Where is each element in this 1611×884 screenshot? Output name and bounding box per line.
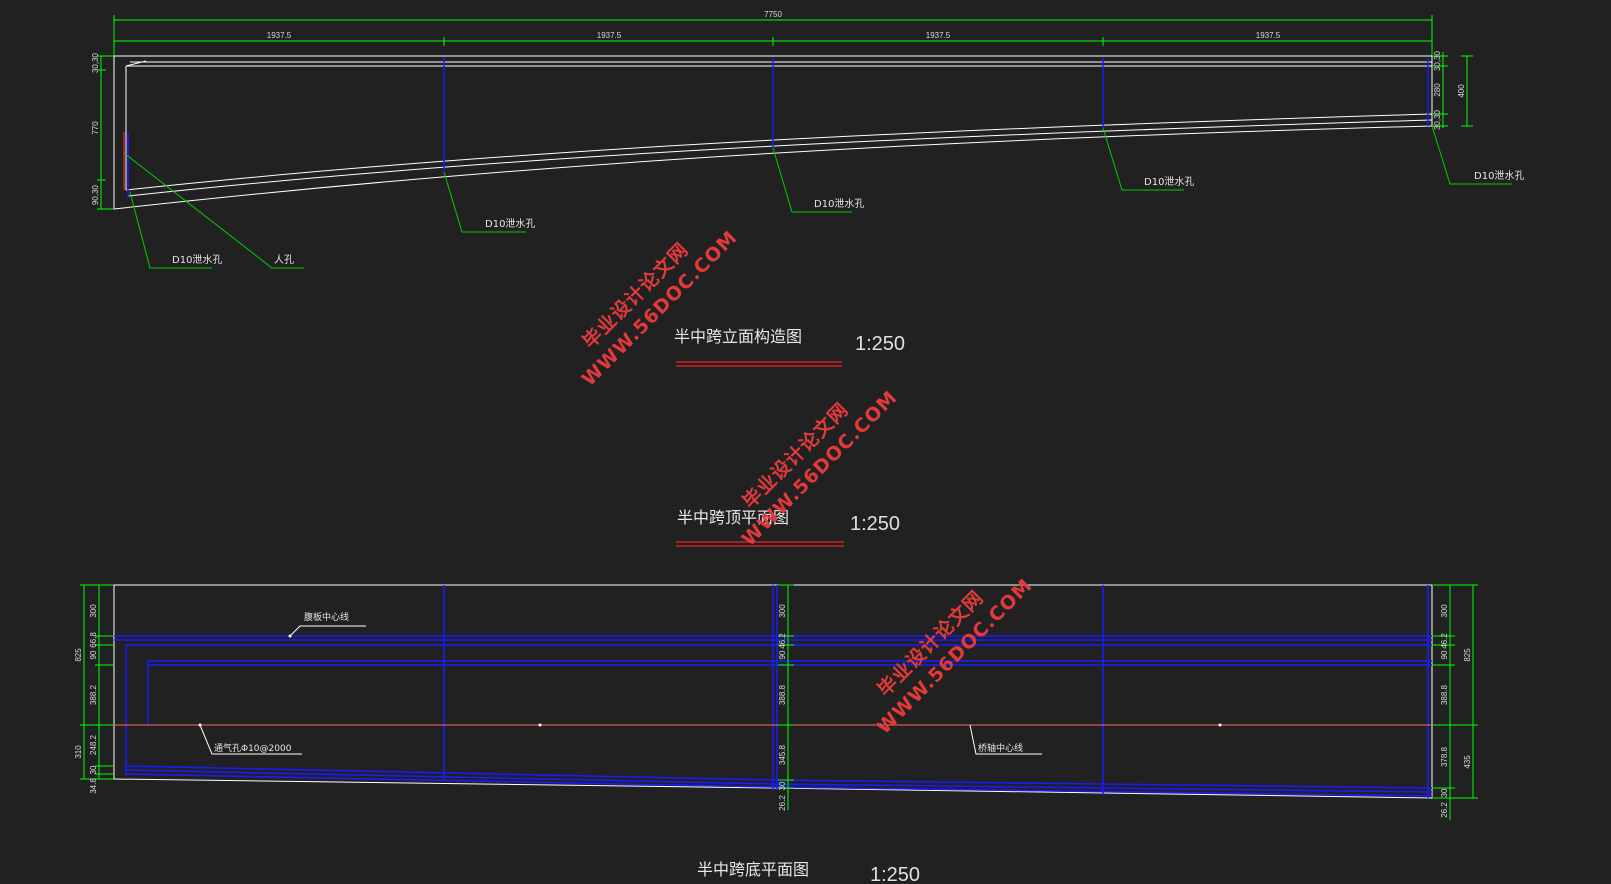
label-bridge-axis: 桥轴中心线 (978, 742, 1023, 754)
dim-plan-right-300: 300 (1440, 604, 1449, 618)
dim-plan-left-388: 388.2 (89, 684, 98, 705)
label-drain-3: D10泄水孔 (814, 197, 864, 210)
dim-segment-3: 1937.5 (926, 31, 951, 40)
drawing-canvas: 7750 1937.5 1937.5 1937.5 1937.5 30,30 7… (74, 10, 1524, 884)
dim-elev-left-mid: 770 (91, 121, 100, 135)
dim-plan-mid-46: 46.2 (778, 633, 787, 649)
dim-plan-right-825: 825 (1463, 648, 1472, 662)
watermark-3: 毕业设计论文网 WWW.56DOC.COM (873, 574, 1037, 738)
dim-plan-right-388: 388.8 (1440, 684, 1449, 705)
dim-elev-left-bottom: 90,30 (91, 184, 100, 205)
elevation-view: 7750 1937.5 1937.5 1937.5 1937.5 30,30 7… (91, 10, 1524, 269)
dim-plan-mid-388: 388.8 (778, 684, 787, 705)
title-elevation: 半中跨立面构造图 1:250 (674, 327, 905, 367)
dim-segments (114, 37, 1432, 46)
label-drain-4: D10泄水孔 (1144, 175, 1194, 188)
watermark-3-en: WWW.56DOC.COM (873, 574, 1037, 738)
dim-plan-mid-300: 300 (778, 604, 787, 618)
dim-plan-mid-26: 26.2 (778, 795, 787, 811)
dim-elev-right-mid: 280 (1433, 83, 1442, 97)
dim-plan-right-90: 90 (1440, 650, 1449, 659)
dim-total-label: 7750 (764, 10, 782, 19)
dim-elev-right-total: 400 (1457, 84, 1466, 98)
title-bottom-plan: 半中跨底平面图 1:250 (697, 860, 920, 884)
dim-segment-2: 1937.5 (597, 31, 622, 40)
label-drain-1: D10泄水孔 (172, 253, 222, 266)
dim-elev-left-top: 30,30 (91, 52, 100, 73)
scale-elevation: 1:250 (855, 333, 905, 355)
elevation-leaders (123, 125, 1512, 269)
title-elevation-text: 半中跨立面构造图 (674, 327, 802, 346)
dim-plan-left-90: 90 (89, 650, 98, 659)
dim-plan-left-825: 825 (74, 648, 83, 662)
axis-dots (198, 634, 1222, 727)
label-drain-5: D10泄水孔 (1474, 169, 1524, 182)
dim-plan-left-310: 310 (74, 745, 83, 759)
dim-plan-right (1432, 584, 1478, 820)
dim-plan-mid-345: 345.8 (778, 744, 787, 765)
bottom-plan-view: 300 66,8 90 825 388.2 310 248.2 30 34.8 … (74, 584, 1478, 820)
label-vent-hole: 通气孔Φ10@2000 (214, 742, 292, 754)
dim-plan-left-300: 300 (89, 604, 98, 618)
dim-plan-left-34: 34.8 (89, 778, 98, 794)
label-manhole: 人孔 (274, 254, 294, 266)
scale-top-plan: 1:250 (850, 513, 900, 535)
dim-plan-right-435: 435 (1463, 755, 1472, 769)
scale-bottom-plan: 1:250 (870, 864, 920, 884)
label-curb-line: 腹板中心线 (304, 611, 349, 623)
dim-plan-left-66: 66,8 (89, 632, 98, 648)
dim-plan-left-30: 30 (89, 765, 98, 774)
label-drain-2: D10泄水孔 (485, 217, 535, 230)
dim-plan-mid-30: 30 (778, 781, 787, 790)
dim-plan-right-46: 46.2 (1440, 633, 1449, 649)
dim-total (113, 15, 1433, 58)
dim-plan-left-248: 248.2 (89, 734, 98, 755)
dim-plan-right-30: 30 (1440, 788, 1449, 797)
dim-plan-mid-90: 90 (778, 650, 787, 659)
dim-segment-4: 1937.5 (1256, 31, 1281, 40)
dim-elev-right-top: 30,30 (1433, 50, 1442, 71)
dim-elev-right-bottom: 30,30 (1433, 109, 1442, 130)
dim-plan-right-26: 26.2 (1440, 802, 1449, 818)
dim-segment-1: 1937.5 (267, 31, 292, 40)
title-bottom-plan-text: 半中跨底平面图 (697, 860, 809, 879)
watermark-1: 毕业设计论文网 WWW.56DOC.COM (578, 226, 742, 390)
dim-plan-right-378: 378.8 (1440, 746, 1449, 767)
